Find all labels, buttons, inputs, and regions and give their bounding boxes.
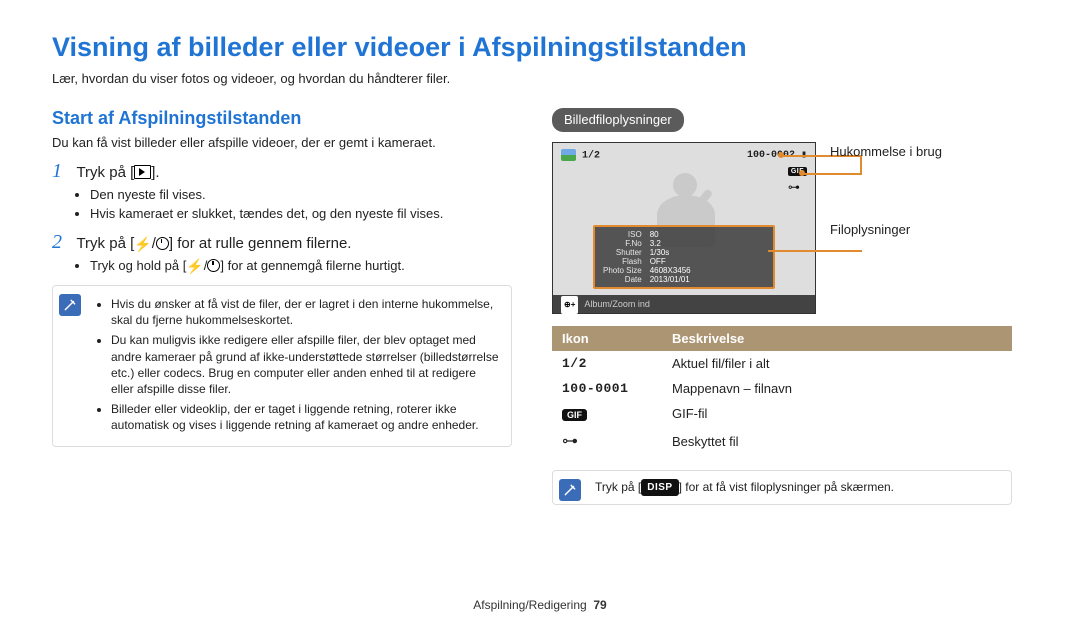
note-right-pre: Tryk på [ xyxy=(595,480,641,494)
step-1-post: ]. xyxy=(151,164,159,181)
bottom-bar: ⊕+ Album/Zoom ind xyxy=(553,295,815,313)
step-2-bullet-1: Tryk og hold på [⚡/] for at gennemgå fil… xyxy=(90,258,512,275)
th-icon: Ikon xyxy=(552,326,662,351)
step-2-post: ] for at rulle gennem filerne. xyxy=(169,235,352,252)
callout-memory: Hukommelse i brug xyxy=(830,144,942,159)
play-icon xyxy=(134,165,151,179)
protected-icon: ⊶ xyxy=(788,180,807,194)
note-item-2: Du kan muligvis ikke redigere eller afsp… xyxy=(111,332,501,397)
pill-heading: Billedfiloplysninger xyxy=(552,108,684,132)
bottom-bar-label: Album/Zoom ind xyxy=(584,299,650,309)
right-column: Billedfiloplysninger 1/2 100-0002 ▮ GIF … xyxy=(552,108,1012,505)
intro-text: Du kan få vist billeder eller afspille v… xyxy=(52,135,512,150)
page-lead: Lær, hvordan du viser fotos og videoer, … xyxy=(52,71,1028,86)
legend-table: Ikon Beskrivelse 1/2Aktuel fil/filer i a… xyxy=(552,326,1012,456)
step-2-number: 2 xyxy=(52,231,72,254)
note-right-post: ] for at få vist filoplysninger på skærm… xyxy=(679,480,894,494)
file-counter: 1/2 xyxy=(582,151,600,162)
table-row: ⊶Beskyttet fil xyxy=(552,426,1012,456)
flash-icon: ⚡ xyxy=(186,258,203,275)
note-box-left: Hvis du ønsker at få vist de filer, der … xyxy=(52,285,512,447)
gif-chip-icon: GIF xyxy=(562,409,587,421)
callout-fileinfo: Filoplysninger xyxy=(830,222,910,237)
timer-icon xyxy=(207,259,220,272)
key-icon: ⊶ xyxy=(552,426,662,456)
note-icon xyxy=(59,294,81,316)
magnify-icon: ⊕+ xyxy=(561,296,578,314)
flash-icon: ⚡ xyxy=(134,236,151,253)
step-1-bullet-2: Hvis kameraet er slukket, tændes det, og… xyxy=(90,206,512,221)
timer-icon xyxy=(156,237,169,250)
table-row: GIFGIF-fil xyxy=(552,401,1012,426)
table-row: 100-0001Mappenavn – filnavn xyxy=(552,376,1012,401)
file-info-overlay: ISO80 F.No3.2 Shutter1/30s FlashOFF Phot… xyxy=(593,225,775,289)
table-row: 1/2Aktuel fil/filer i alt xyxy=(552,351,1012,376)
screen-wrap: 1/2 100-0002 ▮ GIF ⊶ ISO80 F.No3.2 Shutt… xyxy=(552,142,1012,314)
note-box-right: Tryk på [DISP] for at få vist filoplysni… xyxy=(552,470,1012,505)
photo-icon xyxy=(561,149,576,161)
th-desc: Beskrivelse xyxy=(662,326,1012,351)
step-1-number: 1 xyxy=(52,160,72,183)
page-footer: Afspilning/Redigering 79 xyxy=(0,598,1080,612)
step-1: 1 Tryk på []. Den nyeste fil vises. Hvis… xyxy=(52,160,512,221)
step-1-pre: Tryk på [ xyxy=(76,164,134,181)
step-2: 2 Tryk på [⚡/] for at rulle gennem filer… xyxy=(52,231,512,275)
note-icon xyxy=(559,479,581,501)
step-1-bullet-1: Den nyeste fil vises. xyxy=(90,187,512,202)
note-item-1: Hvis du ønsker at få vist de filer, der … xyxy=(111,296,501,328)
step-2-pre: Tryk på [ xyxy=(76,235,134,252)
note-item-3: Billeder eller videoklip, der er taget i… xyxy=(111,401,501,433)
page-title: Visning af billeder eller videoer i Afsp… xyxy=(52,32,1028,63)
subheading-start: Start af Afspilningstilstanden xyxy=(52,108,512,129)
disp-button-icon: DISP xyxy=(641,479,678,496)
left-column: Start af Afspilningstilstanden Du kan få… xyxy=(52,108,512,505)
lcd-preview: 1/2 100-0002 ▮ GIF ⊶ ISO80 F.No3.2 Shutt… xyxy=(552,142,816,314)
